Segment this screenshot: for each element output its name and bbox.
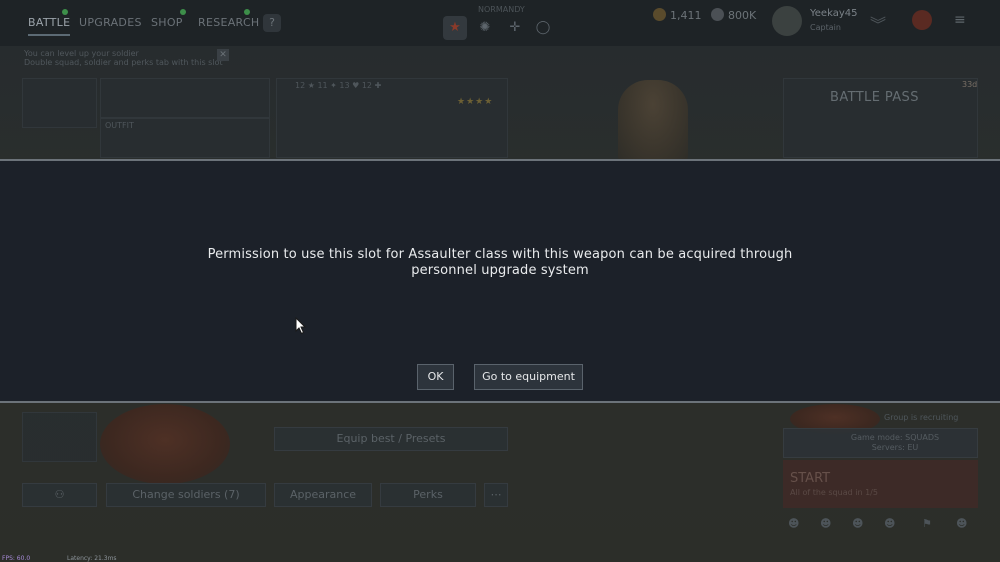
outfit-card[interactable]: OUTFIT — [100, 118, 270, 158]
weapon-card[interactable]: 12 ★ 11 ✦ 13 ♥ 12 ✚ — [276, 78, 508, 158]
rating-stars: ★★★★ — [457, 97, 494, 107]
rank-chevron-icon[interactable]: ︾ — [870, 11, 886, 35]
go-to-equipment-button[interactable]: Go to equipment — [474, 364, 583, 390]
campaign-label: NORMANDY — [478, 5, 525, 14]
tab-upgrades[interactable]: UPGRADES — [79, 16, 142, 29]
group-status-label: Group is recruiting — [884, 413, 959, 422]
permission-dialog: Permission to use this slot for Assaulte… — [0, 159, 1000, 403]
squad-card[interactable] — [22, 412, 97, 462]
tab-shop[interactable]: SHOP — [151, 16, 183, 29]
tab-research[interactable]: RESEARCH — [198, 16, 260, 29]
gear-icon[interactable]: ✺ — [473, 16, 497, 40]
battle-pass-title: BATTLE PASS — [830, 90, 919, 105]
squad-card[interactable] — [22, 78, 97, 128]
game-mode-line: Game mode: SQUADS — [850, 433, 940, 442]
silver-coin-icon — [711, 8, 724, 21]
more-button[interactable]: ⋯ — [484, 483, 508, 507]
pumpkin-decoration — [100, 404, 230, 484]
squad-count-button[interactable]: ⚇ — [22, 483, 97, 507]
nation-flag-icon[interactable] — [912, 10, 932, 30]
hint-text: You can level up your soldier Double squ… — [24, 49, 234, 67]
weapon-stats: 12 ★ 11 ✦ 13 ♥ 12 ✚ — [295, 81, 382, 90]
outfit-label: OUTFIT — [105, 121, 134, 130]
latency-counter: Latency: 21.3ms — [67, 555, 117, 562]
fps-counter: FPS: 60.0 — [2, 555, 31, 562]
campaign-selector: ★ ✺ ✛ ◯ — [443, 16, 563, 40]
appearance-button[interactable]: Appearance — [274, 483, 372, 507]
battle-pass-timer: 33d — [962, 80, 978, 89]
notification-dot — [180, 9, 186, 15]
flag-icon[interactable]: ⚑ — [922, 517, 932, 530]
start-label: START — [790, 471, 831, 486]
star-icon[interactable]: ★ — [443, 16, 467, 40]
gold-amount: 1,411 — [670, 9, 702, 22]
circle-icon[interactable]: ◯ — [531, 16, 555, 40]
gold-currency[interactable]: 1,411 — [653, 8, 702, 22]
soldier-slot-icon[interactable]: ☻ — [820, 517, 831, 530]
group-icon[interactable]: ☻ — [956, 517, 967, 530]
crosshair-icon[interactable]: ✛ — [503, 16, 527, 40]
change-soldiers-button[interactable]: Change soldiers (7) — [106, 483, 266, 507]
soldier-portrait — [618, 80, 688, 162]
notification-dot — [62, 9, 68, 15]
player-rank: Captain — [810, 23, 841, 32]
ok-button[interactable]: OK — [417, 364, 454, 390]
avatar — [772, 6, 802, 36]
gold-coin-icon — [653, 8, 666, 21]
dialog-message: Permission to use this slot for Assaulte… — [207, 247, 793, 278]
squad-info-card — [100, 78, 270, 118]
soldier-slot-icon[interactable]: ☻ — [788, 517, 799, 530]
tab-battle[interactable]: BATTLE — [28, 16, 71, 36]
dialog-top-divider — [0, 159, 1000, 161]
close-icon[interactable]: ✕ — [217, 49, 229, 61]
hint-line: Double squad, soldier and perks tab with… — [24, 58, 223, 67]
silver-amount: 800K — [728, 9, 757, 22]
game-mode-text: Game mode: SQUADS Servers: EU — [830, 433, 960, 453]
silver-currency[interactable]: 800K — [711, 8, 756, 22]
hint-line: You can level up your soldier — [24, 49, 139, 58]
server-line: Servers: EU — [871, 443, 919, 452]
notification-dot — [244, 9, 250, 15]
squad-slots: ☻ ☻ ☻ ☻ ⚑ ☻ — [788, 517, 978, 535]
player-name: Yeekay45 — [810, 8, 858, 19]
perks-button[interactable]: Perks — [380, 483, 476, 507]
start-subtitle: All of the squad in 1/5 — [790, 488, 878, 497]
soldier-slot-icon[interactable]: ☻ — [884, 517, 895, 530]
help-button[interactable]: ? — [263, 14, 281, 32]
soldier-slot-icon[interactable]: ☻ — [852, 517, 863, 530]
dialog-bottom-divider — [0, 401, 1000, 403]
mouse-cursor-icon — [295, 317, 307, 335]
top-navigation-bar: BATTLE UPGRADES SHOP RESEARCH ? NORMANDY… — [0, 0, 1000, 46]
hamburger-menu-icon[interactable]: ≡ — [954, 12, 966, 28]
equip-best-button[interactable]: Equip best / Presets — [274, 427, 508, 451]
